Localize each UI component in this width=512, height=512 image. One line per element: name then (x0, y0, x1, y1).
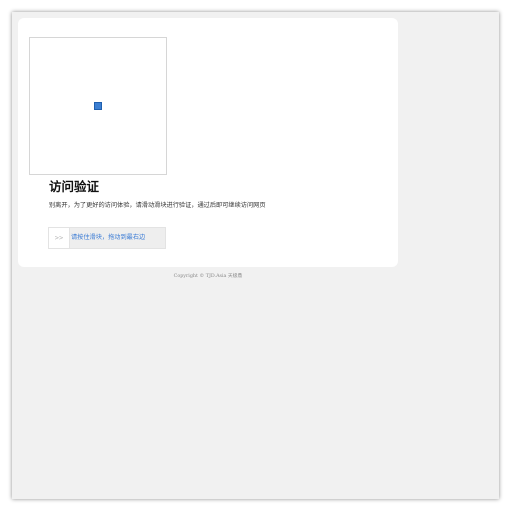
browser-viewport: 访问验证 别离开，为了更好的访问体验，请滑动滑块进行验证，通过后即可继续访问网页… (12, 12, 499, 499)
slider-track[interactable]: >> 请按住滑块，拖动到最右边 (48, 227, 166, 249)
slider-handle[interactable]: >> (49, 228, 70, 248)
page-title: 访问验证 (49, 179, 100, 194)
broken-image-icon (94, 102, 102, 110)
copyright-footer: Copyright © TJD.Asia 天极鼎 (173, 274, 243, 279)
slider-hint: 请按住滑块，拖动到最右边 (71, 234, 146, 241)
captcha-image-frame (29, 37, 167, 175)
verification-card: 访问验证 别离开，为了更好的访问体验，请滑动滑块进行验证，通过后即可继续访问网页… (18, 18, 398, 267)
verification-description: 别离开，为了更好的访问体验，请滑动滑块进行验证，通过后即可继续访问网页 (49, 202, 266, 209)
